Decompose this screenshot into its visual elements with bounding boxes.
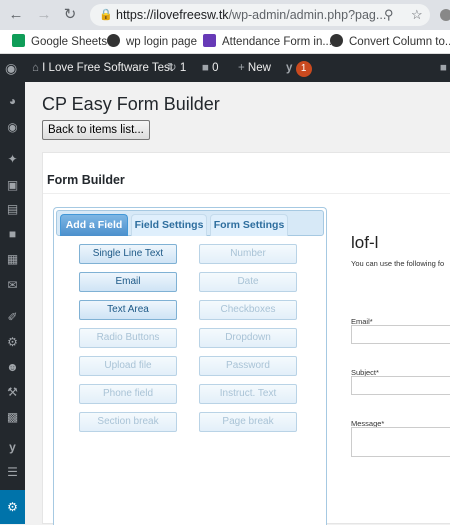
message-textarea[interactable] [351, 427, 450, 457]
reload-icon[interactable]: ↻ [60, 5, 80, 25]
home-icon: ⌂ [32, 62, 39, 74]
field-button-phone-field[interactable]: Phone field [79, 384, 177, 404]
forms-icon[interactable]: ▦ [5, 252, 20, 267]
new-label: New [247, 62, 271, 74]
pages-icon[interactable]: ▤ [5, 202, 20, 217]
back-to-items-button[interactable]: Back to items list... [42, 120, 150, 140]
divider [43, 193, 450, 194]
bookmark-label: Convert Column to... [349, 36, 450, 48]
field-button-password[interactable]: Password [199, 356, 297, 376]
form-description: You can use the following fo [351, 259, 445, 268]
bookmark-label: Attendance Form in... [222, 36, 332, 48]
updates-link[interactable]: ↻ 1 [167, 54, 186, 82]
plus-icon: + [238, 62, 245, 74]
field-button-number[interactable]: Number [199, 244, 297, 264]
account-icon[interactable]: ■ [440, 54, 447, 82]
admin-sidebar: ◕ ◉ ✦ ▣ ▤ ■ ▦ ✉ ✐ ⚙ ☻ ⚒ ▩ y ☰ ⚙ [0, 82, 25, 524]
address-bar[interactable]: 🔒 https://ilovefreesw.tk/wp-admin/admin.… [90, 4, 430, 26]
new-content-link[interactable]: + New [238, 54, 271, 82]
browser-toolbar: ← → ↻ 🔒 https://ilovefreesw.tk/wp-admin/… [0, 0, 450, 30]
wordpress-logo-icon[interactable]: ◉ [5, 54, 17, 82]
posts-icon[interactable]: ✦ [5, 152, 20, 167]
sheets-icon [12, 34, 25, 47]
panel-title: Form Builder [47, 173, 125, 187]
form-name: lof-l [351, 233, 379, 252]
comments-count: 0 [212, 62, 219, 74]
settings-icon[interactable]: ▩ [5, 410, 20, 425]
site-name: I Love Free Software Test [42, 62, 173, 74]
wordpress-icon [107, 34, 120, 47]
settings-gear-icon[interactable]: ⚙ [5, 500, 20, 515]
main-content: CP Easy Form Builder Back to items list.… [25, 82, 450, 525]
back-arrow-icon[interactable]: ← [6, 5, 26, 25]
tools-icon[interactable]: ⚒ [5, 385, 20, 400]
updates-count: 1 [179, 62, 187, 74]
field-button-text-area[interactable]: Text Area [79, 300, 177, 320]
field-button-checkboxes[interactable]: Checkboxes [199, 300, 297, 320]
form-preview: lof-l You can use the following fo Email… [343, 207, 450, 525]
wp-admin-bar: ◉ ⌂ I Love Free Software Test ↻ 1 ■ 0 + … [0, 54, 450, 82]
yoast-icon[interactable]: y [5, 440, 20, 455]
comments-icon[interactable]: ■ [5, 227, 20, 242]
field-button-radio-buttons[interactable]: Radio Buttons [79, 328, 177, 348]
comments-link[interactable]: ■ 0 [202, 54, 219, 82]
form-builder-panel: Form Builder Add a Field Field Settings … [42, 152, 450, 525]
web-icon [330, 34, 343, 47]
tab-form-settings[interactable]: Form Settings [210, 214, 288, 236]
tab-add-a-field[interactable]: Add a Field [60, 214, 128, 236]
notifications-badge: 1 [295, 61, 312, 77]
plugins-icon[interactable]: ⚙ [5, 335, 20, 350]
url-path: /wp-admin/admin.php?pag... [228, 8, 387, 22]
bookmark-label: wp login page [126, 36, 197, 48]
dashboard-icon[interactable]: ◕ [5, 94, 20, 109]
users-icon[interactable]: ☻ [5, 360, 20, 375]
field-button-page-break[interactable]: Page break [199, 412, 297, 432]
profile-avatar[interactable] [440, 9, 450, 21]
jetpack-icon[interactable]: ◉ [5, 120, 20, 135]
email-field[interactable] [351, 325, 450, 344]
page-title: CP Easy Form Builder [42, 94, 220, 114]
media-icon[interactable]: ▣ [5, 178, 20, 193]
lock-icon: 🔒 [99, 9, 113, 21]
bookmark-convert-column[interactable]: Convert Column to... [330, 30, 450, 54]
field-button-upload-file[interactable]: Upload file [79, 356, 177, 376]
yoast-menu[interactable]: y 1 [286, 54, 312, 82]
bookmarks-bar: Google Sheets wp login page Attendance F… [0, 30, 450, 54]
zoom-icon[interactable]: ⚲ [384, 4, 394, 26]
bookmark-wp-login[interactable]: wp login page [107, 30, 197, 54]
star-icon[interactable]: ☆ [411, 4, 423, 26]
subject-field[interactable] [351, 376, 450, 395]
field-button-dropdown[interactable]: Dropdown [199, 328, 297, 348]
updates-icon: ↻ [167, 62, 177, 74]
comment-icon: ■ [202, 62, 209, 74]
bookmark-google-sheets[interactable]: Google Sheets [12, 30, 107, 54]
field-button-single-line-text[interactable]: Single Line Text [79, 244, 177, 264]
tabs-header: Add a Field Field Settings Form Settings [56, 210, 324, 236]
field-button-email[interactable]: Email [79, 272, 177, 292]
field-button-section-break[interactable]: Section break [79, 412, 177, 432]
field-button-instruct-text[interactable]: Instruct. Text [199, 384, 297, 404]
layout-icon[interactable]: ☰ [5, 465, 20, 480]
bookmark-label: Google Sheets [31, 36, 108, 48]
tab-field-settings[interactable]: Field Settings [131, 214, 207, 236]
field-tabs-box: Add a Field Field Settings Form Settings… [53, 207, 327, 525]
forward-arrow-icon[interactable]: → [34, 5, 54, 25]
forms-icon [203, 34, 216, 47]
url-domain: https://ilovefreesw.tk [116, 8, 229, 22]
field-button-date[interactable]: Date [199, 272, 297, 292]
feedback-icon[interactable]: ✉ [5, 278, 20, 293]
bookmark-attendance-form[interactable]: Attendance Form in... [203, 30, 332, 54]
yoast-icon: y [286, 62, 293, 74]
appearance-icon[interactable]: ✐ [5, 310, 20, 325]
site-name-link[interactable]: ⌂ I Love Free Software Test [32, 54, 173, 82]
